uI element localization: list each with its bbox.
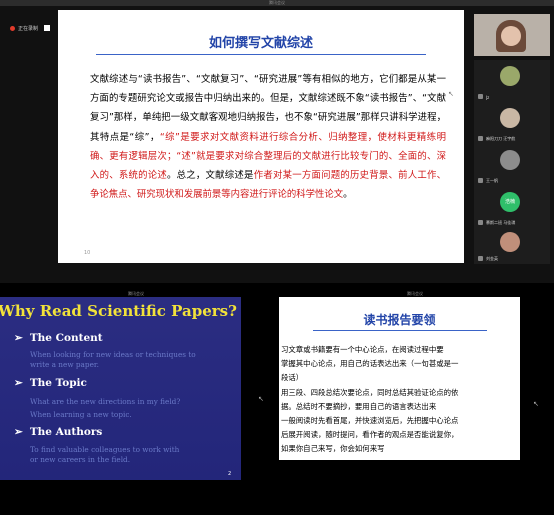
participant-list: Jz 麻阳刀刀 汪宇航 王一帆 浩楠 慕斯二班 马佳琪 刘金英	[474, 14, 550, 264]
section-subtext: When looking for new ideas or techniques…	[30, 350, 196, 370]
section-subtext: To find valuable colleagues to work with…	[30, 445, 179, 465]
participant-name: Jz	[486, 95, 490, 100]
title-underline	[96, 54, 426, 55]
slide-body: 文献综述与“读书报告”、“文献复习”、“研究进展”等有相似的地方，它们都是从某一…	[90, 70, 446, 204]
body-line: 如果你自己来写，你会如何来写	[281, 444, 385, 454]
section-subtext: What are the new directions in my field?…	[30, 395, 180, 421]
slide-body: 习文章或书籍要有一个中心论点，在阅读过程中要 掌握其中心论点，用自己的话表达出来…	[281, 343, 517, 457]
slide-page-number: 2	[228, 471, 232, 477]
avatar	[500, 232, 520, 252]
top-window-title: 腾讯会议	[269, 0, 285, 5]
slide-page-number: 10	[84, 250, 91, 256]
body-line: 一般阅读时先看首尾，并快速浏览后，先把握中心论点	[281, 416, 459, 426]
mic-muted-icon	[478, 178, 483, 183]
avatar	[500, 150, 520, 170]
participant-name: 麻阳刀刀 汪宇航	[486, 136, 516, 141]
mic-muted-icon	[478, 256, 483, 261]
record-dot-icon	[10, 25, 15, 31]
body-line: 后展开阅读，随时提问，看作者的观点是否能说复你，	[281, 430, 459, 440]
participant-name: 王一帆	[486, 178, 498, 183]
participant-name: 慕斯二班 马佳琪	[486, 220, 516, 225]
recording-label: 正在录制	[18, 25, 39, 32]
avatar	[500, 108, 520, 128]
body-segment: 。	[343, 189, 353, 201]
stop-recording-icon[interactable]	[44, 25, 51, 31]
section-line: What are the new directions in my field?	[30, 397, 181, 406]
mouse-cursor-icon: ↖	[533, 400, 539, 408]
mic-muted-icon	[478, 136, 483, 141]
section-line: When learning a new topic.	[30, 410, 132, 419]
body-line: 据。总结时不要摘抄，要用自己的语言表达出来	[281, 401, 437, 411]
bottom-black-area	[0, 480, 554, 515]
body-line: 习文章或书籍要有一个中心论点，在阅读过程中要	[281, 345, 444, 354]
slide-title: Why Read Scientific Papers?	[0, 302, 237, 320]
avatar	[500, 66, 520, 86]
mic-muted-icon	[478, 94, 483, 99]
avatar: 浩楠	[500, 192, 520, 212]
participant-video-tile[interactable]	[474, 14, 550, 56]
participant-tile[interactable]: 麻阳刀刀 汪宇航	[474, 102, 550, 144]
shared-slide-why-read: Why Read Scientific Papers? ➢ The Content…	[0, 297, 241, 480]
arrow-bullet-icon: ➢	[14, 332, 23, 344]
section-line: When looking for new ideas or techniques…	[30, 350, 196, 359]
section-heading-text: The Authors	[29, 426, 103, 438]
mouse-cursor-icon: ↖	[258, 395, 264, 403]
section-line: or new careers in the field.	[30, 455, 131, 464]
section-heading-text: The Topic	[29, 377, 87, 389]
section-heading: ➢ The Authors	[14, 426, 102, 438]
top-window-titlebar: 腾讯会议	[0, 0, 554, 6]
body-line: 掌握其中心论点，用自己的话表达出来（一句甚或是一	[281, 359, 459, 369]
participant-tile[interactable]: 王一帆	[474, 144, 550, 186]
participant-video-face	[501, 26, 521, 46]
mic-muted-icon	[478, 220, 483, 225]
section-heading: ➢ The Topic	[14, 377, 87, 389]
body-segment: 。总之，文献综述是	[167, 170, 254, 182]
participant-tile[interactable]: 浩楠 慕斯二班 马佳琪	[474, 186, 550, 228]
participant-tile[interactable]: 刘金英	[474, 228, 550, 264]
participant-tile[interactable]: Jz	[474, 60, 550, 102]
mouse-cursor-icon: ↖	[448, 90, 454, 98]
slide-title: 如何撰写文献综述	[208, 36, 313, 51]
slide-title: 读书报告要领	[363, 313, 436, 327]
recording-indicator[interactable]: 正在录制	[10, 23, 51, 33]
section-heading: ➢ The Content	[14, 332, 103, 344]
title-underline	[313, 330, 487, 331]
arrow-bullet-icon: ➢	[14, 377, 23, 389]
body-line: 用三段、四段总结次要论点，同时总结其验证论点的依	[281, 387, 459, 397]
shared-slide-reading-report: 读书报告要领 习文章或书籍要有一个中心论点，在阅读过程中要 掌握其中心论点，用自…	[279, 297, 520, 460]
section-line: To find valuable colleagues to work with	[30, 445, 180, 454]
participant-name: 刘金英	[486, 256, 498, 261]
section-line: write a new paper.	[30, 360, 99, 369]
arrow-bullet-icon: ➢	[14, 426, 23, 438]
section-heading-text: The Content	[29, 332, 103, 344]
shared-slide-lit-review: 如何撰写文献综述 文献综述与“读书报告”、“文献复习”、“研究进展”等有相似的地…	[58, 10, 464, 263]
body-line: 段话）	[281, 373, 304, 383]
